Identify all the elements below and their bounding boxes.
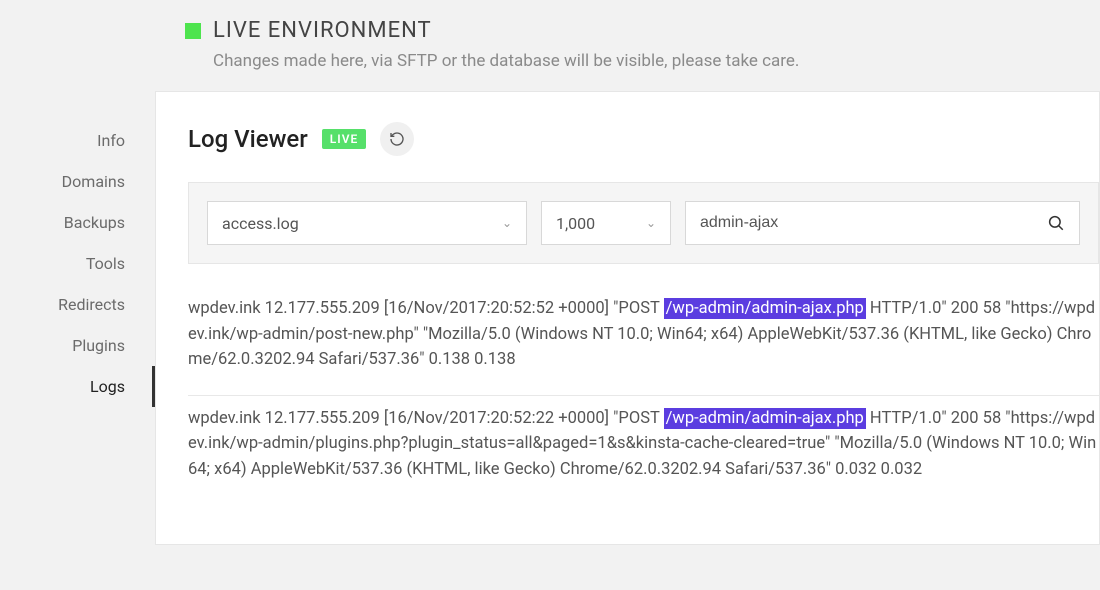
- environment-title: LIVE ENVIRONMENT: [213, 18, 432, 43]
- log-text: wpdev.ink 12.177.555.209 [16/Nov/2017:20…: [188, 299, 664, 318]
- sidebar-item-info[interactable]: Info: [0, 120, 155, 161]
- filter-bar: access.log ⌄ 1,000 ⌄: [188, 182, 1099, 264]
- log-text: wpdev.ink 12.177.555.209 [16/Nov/2017:20…: [188, 409, 664, 428]
- status-indicator-icon: [185, 23, 201, 39]
- sidebar-item-backups[interactable]: Backups: [0, 202, 155, 243]
- file-select-value: access.log: [222, 214, 299, 233]
- file-select[interactable]: access.log ⌄: [207, 201, 527, 245]
- search-field[interactable]: [685, 201, 1080, 245]
- log-entry: wpdev.ink 12.177.555.209 [16/Nov/2017:20…: [188, 396, 1099, 505]
- chevron-down-icon: ⌄: [646, 216, 656, 230]
- count-select-value: 1,000: [556, 214, 595, 233]
- search-icon: [1047, 214, 1065, 232]
- log-list: wpdev.ink 12.177.555.209 [16/Nov/2017:20…: [188, 264, 1099, 504]
- search-input[interactable]: [700, 214, 1047, 232]
- environment-header: LIVE ENVIRONMENT Changes made here, via …: [155, 0, 1100, 91]
- sidebar-item-logs[interactable]: Logs: [0, 366, 155, 407]
- log-entry: wpdev.ink 12.177.555.209 [16/Nov/2017:20…: [188, 286, 1099, 396]
- environment-subtitle: Changes made here, via SFTP or the datab…: [213, 51, 1100, 71]
- sidebar-item-plugins[interactable]: Plugins: [0, 325, 155, 366]
- highlight: /wp-admin/admin-ajax.php: [664, 408, 866, 429]
- sidebar-item-label: Redirects: [58, 295, 125, 314]
- sidebar-item-label: Plugins: [72, 336, 125, 355]
- sidebar-item-label: Info: [97, 131, 125, 150]
- sidebar-item-redirects[interactable]: Redirects: [0, 284, 155, 325]
- sidebar-item-label: Backups: [64, 213, 125, 232]
- sidebar-item-label: Tools: [86, 254, 125, 273]
- sidebar-item-tools[interactable]: Tools: [0, 243, 155, 284]
- refresh-icon: [389, 131, 405, 147]
- main-area: LIVE ENVIRONMENT Changes made here, via …: [155, 0, 1100, 545]
- page-title: Log Viewer: [188, 125, 308, 153]
- sidebar-item-domains[interactable]: Domains: [0, 161, 155, 202]
- sidebar: Info Domains Backups Tools Redirects Plugins L…: [0, 0, 155, 545]
- status-badge: LIVE: [322, 129, 367, 149]
- highlight: /wp-admin/admin-ajax.php: [664, 298, 866, 319]
- log-viewer-panel: Log Viewer LIVE access.log ⌄ 1,000 ⌄: [155, 91, 1100, 545]
- refresh-button[interactable]: [380, 122, 414, 156]
- sidebar-item-label: Logs: [90, 377, 125, 396]
- count-select[interactable]: 1,000 ⌄: [541, 201, 671, 245]
- chevron-down-icon: ⌄: [502, 216, 512, 230]
- sidebar-item-label: Domains: [62, 172, 125, 191]
